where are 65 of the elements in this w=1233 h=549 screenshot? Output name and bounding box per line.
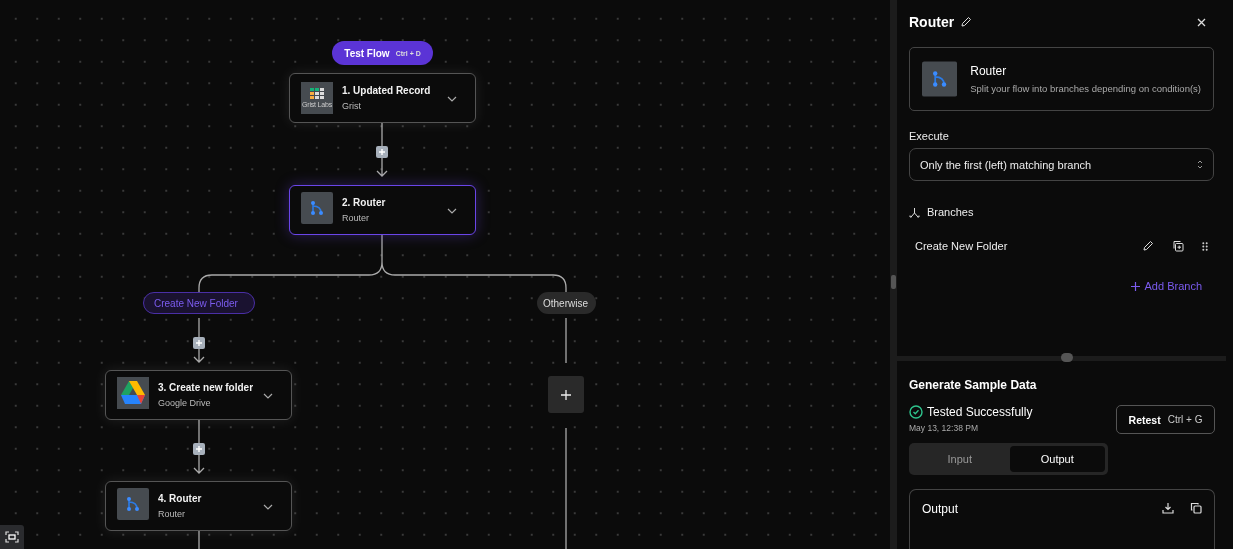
plus-icon (561, 389, 571, 400)
connector-arrow (193, 317, 205, 363)
step-app: Google Drive (158, 398, 212, 408)
branches-icon (909, 206, 920, 218)
step-card[interactable]: 2. Router Router (289, 185, 476, 235)
chevron-up-down-icon (1197, 160, 1203, 169)
add-step-button[interactable] (193, 337, 205, 349)
resize-handle[interactable] (891, 275, 896, 289)
router-icon (117, 488, 149, 520)
router-icon (922, 60, 958, 98)
chevron-down-icon[interactable] (263, 393, 273, 399)
step-title: 4. Router (158, 493, 203, 504)
plus-icon (196, 340, 202, 346)
connector-arrow (376, 122, 388, 177)
check-circle-icon (909, 405, 923, 419)
output-title: Output (922, 502, 960, 516)
connector-line (565, 317, 567, 364)
test-time: May 13, 12:38 PM (909, 423, 979, 433)
branch-label[interactable]: Create New Folder (143, 292, 255, 314)
add-step-button[interactable] (548, 376, 584, 413)
add-step-button[interactable] (193, 443, 205, 455)
tab[interactable]: Output (1009, 446, 1105, 472)
chevron-down-icon[interactable] (447, 96, 457, 102)
branch-label[interactable]: Otherwise (537, 292, 596, 314)
connector-arrow (193, 419, 205, 474)
step-app: Router (158, 509, 186, 519)
router-icon (301, 192, 333, 224)
close-icon[interactable] (1197, 17, 1206, 27)
step-app: Grist (342, 101, 362, 111)
step-title: 3. Create new folder (158, 382, 254, 393)
panel-title: Router (909, 14, 955, 30)
section-heading: Generate Sample Data (909, 378, 1038, 392)
connector-line (198, 530, 200, 549)
piece-name: Router (970, 64, 1008, 78)
step-app: Router (342, 213, 370, 223)
resize-handle[interactable] (1061, 353, 1073, 363)
step-title: 2. Router (342, 197, 387, 208)
pencil-icon[interactable] (960, 16, 973, 28)
shortcut-hint: Ctrl + G (1167, 414, 1203, 425)
add-branch-link[interactable]: Add Branch (1130, 280, 1202, 292)
tab[interactable]: Input (912, 446, 1008, 472)
download-icon[interactable] (1162, 502, 1174, 514)
drive-icon (117, 377, 149, 409)
piece-description: Split your flow into branches depending on condition(s) (970, 83, 1201, 94)
plus-icon (196, 446, 202, 452)
retest-button[interactable]: Retest Ctrl + G (1116, 405, 1215, 434)
duplicate-icon[interactable] (1172, 240, 1184, 252)
branch-name[interactable]: Create New Folder (915, 240, 1124, 252)
fit-view-button[interactable] (0, 525, 24, 549)
chevron-down-icon[interactable] (447, 208, 457, 214)
field-label: Execute (909, 130, 950, 142)
copy-icon[interactable] (1190, 502, 1202, 514)
focus-icon (5, 531, 19, 543)
chevron-down-icon[interactable] (263, 504, 273, 510)
section-heading: Branches (927, 206, 974, 218)
step-card[interactable]: 3. Create new folder Google Drive (105, 370, 292, 420)
add-step-button[interactable] (376, 146, 388, 158)
step-title: 1. Updated Record (342, 85, 432, 96)
step-card[interactable]: 4. Router Router (105, 481, 292, 531)
drag-handle-icon[interactable] (1202, 241, 1208, 251)
execute-select[interactable]: Only the first (left) matching branch (909, 148, 1214, 181)
pencil-icon[interactable] (1142, 240, 1154, 252)
test-status: Tested Successfully (927, 405, 1033, 419)
plus-icon (379, 149, 385, 155)
plus-icon (1130, 281, 1140, 291)
